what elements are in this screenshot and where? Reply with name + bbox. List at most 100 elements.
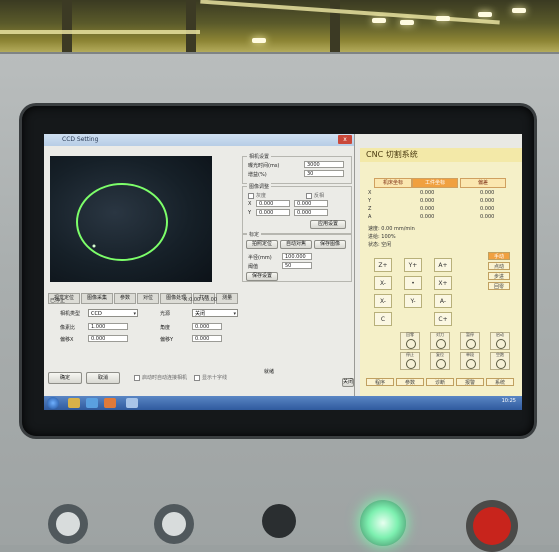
gain-input[interactable]: 30 — [304, 170, 344, 177]
jog-x-plus-button[interactable]: X+ — [434, 276, 452, 290]
jog-mode-button[interactable]: 点动 — [488, 262, 510, 270]
tab-work-coords[interactable]: 工件坐标 — [412, 178, 458, 188]
jog-a-plus-button[interactable]: A+ — [434, 258, 452, 272]
jog-y-plus-button[interactable]: Y+ — [404, 258, 422, 272]
ceiling-lamp-icon — [478, 12, 492, 17]
start-icon-button[interactable]: 启动 — [490, 332, 510, 350]
offset-y-input[interactable]: 0.000 — [192, 335, 222, 342]
y-label: Y — [248, 210, 252, 216]
tab-params[interactable]: 参数 — [114, 293, 137, 304]
params-button[interactable]: 参数 — [396, 378, 424, 386]
capture-locate-button[interactable]: 拍照定位 — [246, 240, 278, 249]
cancel-button[interactable]: 取消 — [86, 372, 120, 384]
button-label: 回零 — [406, 332, 414, 337]
ceiling-beam — [0, 30, 200, 34]
factory-ceiling-background — [0, 0, 559, 58]
exposure-input[interactable]: 3000 — [304, 161, 344, 168]
save-image-button[interactable]: 保存图像 — [314, 240, 346, 249]
save-settings-button[interactable]: 保存设置 — [246, 272, 278, 281]
selector-knob[interactable] — [262, 504, 296, 538]
folder-icon[interactable] — [68, 398, 80, 408]
feed-readout: 进给: 100% — [368, 234, 396, 240]
program-button[interactable]: 程序 — [366, 378, 394, 386]
home-mode-button[interactable]: 回零 — [488, 282, 510, 290]
reset-icon-button[interactable]: 复位 — [430, 352, 450, 370]
jog-z-plus-button[interactable]: Z+ — [374, 258, 392, 272]
invert-checkbox[interactable]: 反相 — [306, 192, 324, 199]
pixel-ratio-label: 像素比 — [60, 325, 76, 331]
y-input[interactable]: 0.000 — [256, 209, 290, 216]
tool-set-icon-button[interactable]: 对刀 — [430, 332, 450, 350]
axis-value: 0.000 — [480, 190, 495, 196]
app-window-icon[interactable] — [126, 398, 138, 408]
ok-button[interactable]: 确定 — [48, 372, 82, 384]
x-input-2[interactable]: 0.000 — [294, 200, 328, 207]
windows-taskbar: 10:25 — [44, 396, 522, 410]
camera-type-select[interactable]: CCD — [88, 309, 138, 318]
ceiling-lamp-icon — [252, 38, 266, 43]
apply-button[interactable]: 应用设置 — [310, 220, 346, 229]
stop-icon-button[interactable]: 停止 — [400, 352, 420, 370]
green-start-button[interactable] — [360, 500, 406, 546]
tab-image-capture[interactable]: 图像采集 — [81, 293, 114, 304]
single-block-icon-button[interactable]: 单段 — [460, 352, 480, 370]
axis-value: 0.000 — [420, 198, 435, 204]
grayscale-checkbox[interactable]: 灰度 — [248, 192, 266, 199]
jog-center-button[interactable]: • — [404, 276, 422, 290]
pixel-ratio-input[interactable]: 1.000 — [88, 323, 128, 330]
group-title: 图像调整 — [247, 183, 272, 190]
y-input-2[interactable]: 0.000 — [294, 209, 328, 216]
close-button[interactable]: 关闭 — [342, 378, 354, 387]
axis-label: Z — [368, 206, 372, 212]
offset-y-label: 偏移Y — [160, 337, 174, 343]
light-select[interactable]: 关闭 — [192, 309, 238, 318]
state-readout: 状态: 空闲 — [368, 242, 392, 248]
tab-deviation[interactable]: 偏差 — [460, 178, 506, 188]
autofocus-button[interactable]: 自动对焦 — [280, 240, 312, 249]
axis-label: A — [368, 214, 372, 220]
system-button[interactable]: 系统 — [486, 378, 514, 386]
step-mode-button[interactable]: 步进 — [488, 272, 510, 280]
pause-icon-button[interactable]: 暂停 — [460, 332, 480, 350]
up-arrow-button[interactable] — [48, 504, 88, 544]
emergency-stop-button[interactable] — [466, 500, 518, 552]
e-stop-icon — [473, 507, 511, 545]
x-input[interactable]: 0.000 — [256, 200, 290, 207]
angle-input[interactable]: 0.000 — [192, 323, 222, 330]
diagnose-button[interactable]: 诊断 — [426, 378, 454, 386]
camera-image — [76, 183, 168, 261]
close-icon[interactable]: x — [338, 135, 352, 144]
tab-align[interactable]: 对位 — [137, 293, 160, 304]
arrow-up-icon — [56, 512, 80, 536]
dialog-title: CCD Setting — [44, 134, 354, 146]
auto-connect-checkbox[interactable]: 启动时自动连接相机 — [134, 374, 187, 381]
alarm-button[interactable]: 报警 — [456, 378, 484, 386]
threshold-input[interactable]: 50 — [282, 262, 312, 269]
down-arrow-button[interactable] — [154, 504, 194, 544]
axis-value: 0.000 — [420, 190, 435, 196]
jog-c-button[interactable]: C — [374, 312, 392, 326]
jog-x-minus-button[interactable]: X- — [374, 276, 392, 290]
home-icon-button[interactable]: 回零 — [400, 332, 420, 350]
jog-y-minus-button[interactable]: Y- — [404, 294, 422, 308]
tab-measure[interactable]: 测量 — [216, 293, 239, 304]
button-label: 停止 — [406, 352, 414, 357]
jog-x-minus-2-button[interactable]: X- — [374, 294, 392, 308]
radius-input[interactable]: 100.000 — [282, 253, 312, 260]
tab-machine-coords[interactable]: 机床坐标 — [374, 178, 412, 188]
group-title: 标定 — [247, 231, 262, 238]
jog-a-minus-button[interactable]: A- — [434, 294, 452, 308]
dry-run-icon-button[interactable]: 空跑 — [490, 352, 510, 370]
cnc-control-panel: CNC 切割系统 机床坐标 工件坐标 偏差 X 0.000 0.000 Y 0.… — [360, 148, 522, 396]
camera-type-label: 相机类型 — [60, 311, 81, 317]
offset-x-input[interactable]: 0.000 — [88, 335, 128, 342]
dialog-tab-bar: 视觉定位 图像采集 参数 对位 图像处理 打开 测量 — [48, 284, 239, 304]
browser-icon[interactable] — [86, 398, 98, 408]
jog-c-plus-button[interactable]: C+ — [434, 312, 452, 326]
pickpoint-marker — [92, 244, 96, 248]
windows-start-icon[interactable] — [47, 397, 59, 409]
manual-mode-button[interactable]: 手动 — [488, 252, 510, 260]
radius-label: 半径(mm) — [248, 255, 272, 261]
crosshair-checkbox[interactable]: 显示十字线 — [194, 374, 227, 381]
media-icon[interactable] — [104, 398, 116, 408]
